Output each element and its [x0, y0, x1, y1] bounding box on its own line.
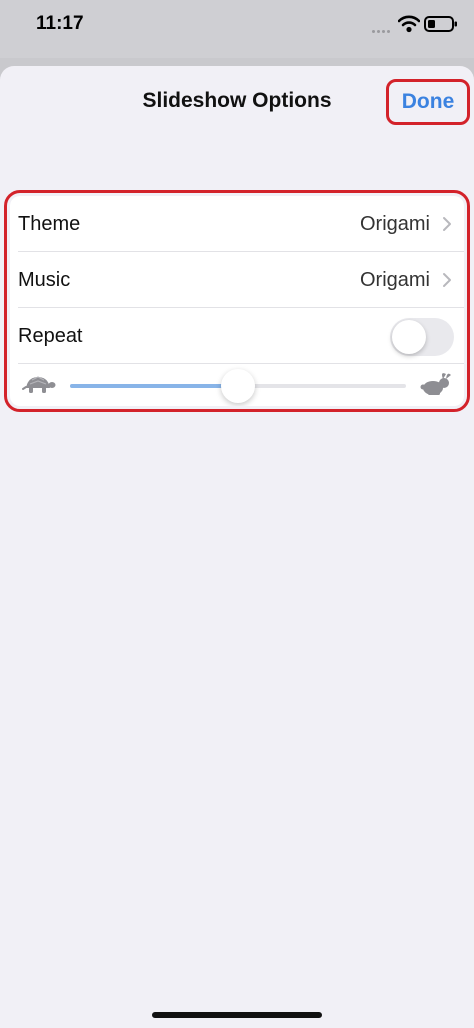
- speed-slider-row: [10, 364, 464, 406]
- done-button[interactable]: Done: [386, 79, 470, 125]
- slideshow-options-sheet: Slideshow Options Done Theme Origami Mus…: [0, 66, 474, 1028]
- signal-dots-icon: [372, 30, 392, 34]
- speed-slider-thumb[interactable]: [221, 369, 255, 403]
- status-time: 11:17: [36, 13, 84, 34]
- repeat-toggle[interactable]: [390, 318, 454, 356]
- speed-slider[interactable]: [70, 369, 406, 403]
- options-group: Theme Origami Music Origami Repeat: [10, 196, 464, 406]
- repeat-label: Repeat: [18, 324, 83, 347]
- wifi-icon: [398, 15, 420, 33]
- music-label: Music: [18, 268, 71, 291]
- speed-slider-fill: [70, 384, 238, 388]
- toggle-knob: [392, 320, 426, 354]
- home-indicator: [152, 1012, 322, 1018]
- status-bar: 11:17: [0, 0, 474, 58]
- battery-icon: [424, 16, 457, 32]
- rabbit-icon: [420, 373, 451, 395]
- repeat-row: Repeat: [10, 308, 464, 364]
- theme-value: Origami: [359, 212, 430, 235]
- turtle-icon: [22, 376, 56, 393]
- theme-label: Theme: [18, 212, 81, 235]
- chevron-right-icon: [443, 273, 451, 287]
- music-value: Origami: [359, 268, 430, 291]
- music-row[interactable]: Music Origami: [10, 252, 464, 308]
- chevron-right-icon: [443, 217, 451, 231]
- theme-row[interactable]: Theme Origami: [10, 196, 464, 252]
